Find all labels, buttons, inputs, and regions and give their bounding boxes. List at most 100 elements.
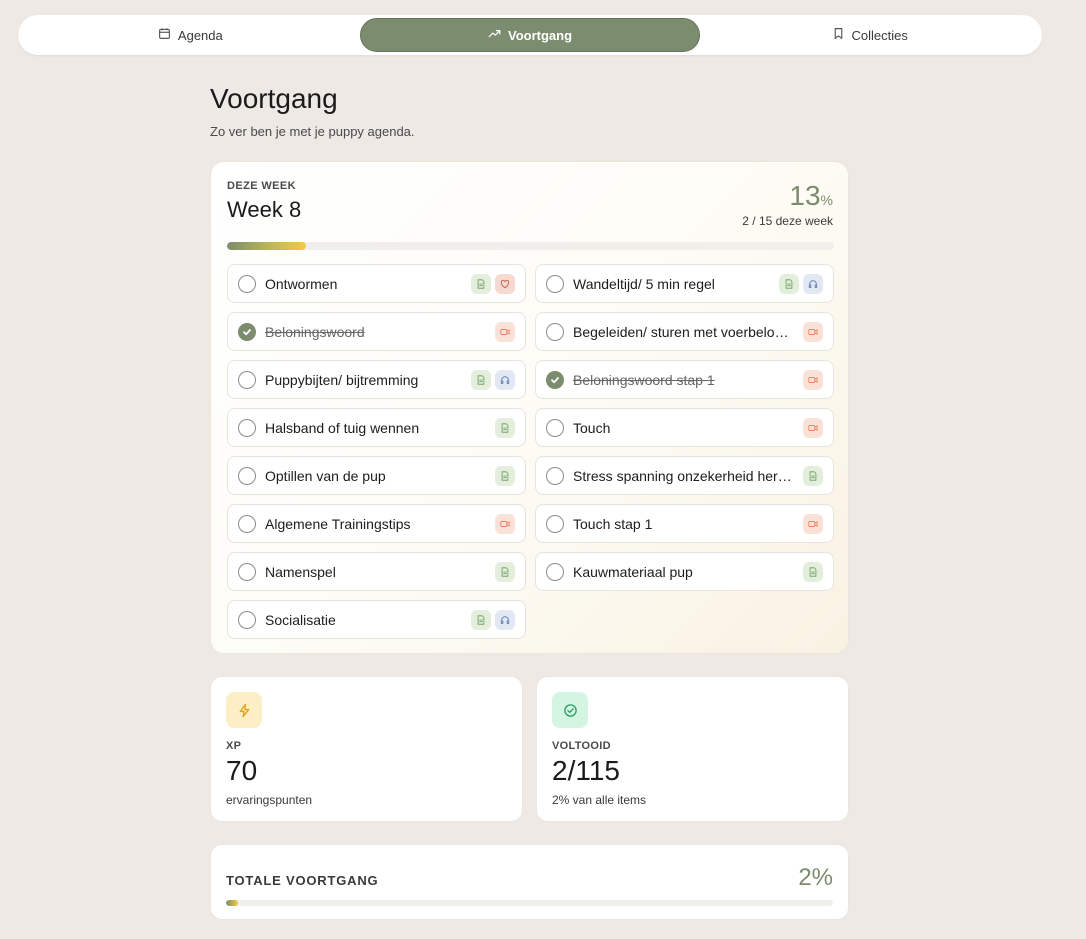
checkbox[interactable] [546, 274, 564, 293]
task-label: Optillen van de pup [265, 467, 386, 484]
tab-agenda[interactable]: Agenda [21, 18, 360, 52]
task-badges [803, 513, 823, 534]
xp-value: 70 [226, 755, 258, 786]
week-title: Week 8 [227, 197, 302, 222]
task-item[interactable]: Socialisatie [227, 600, 526, 639]
document-icon [471, 369, 491, 390]
task-item[interactable]: Beloningswoord stap 1 [535, 360, 834, 399]
checkbox-checked[interactable] [238, 322, 256, 341]
task-label: Beloningswoord stap 1 [573, 371, 715, 388]
xp-sub: ervaringspunten [226, 793, 313, 807]
document-icon [471, 273, 491, 294]
task-badges [495, 561, 515, 582]
task-badges [803, 369, 823, 390]
task-item[interactable]: Optillen van de pup [227, 456, 526, 495]
task-badges [495, 513, 515, 534]
completed-value: 2/115 [552, 755, 620, 786]
task-item[interactable]: Touch [535, 408, 834, 447]
task-badges [471, 273, 515, 294]
document-icon [803, 561, 823, 582]
headphones-icon [495, 369, 515, 390]
document-icon [779, 273, 799, 294]
week-count: 2 / 15 deze week [742, 214, 833, 228]
headphones-icon [803, 273, 823, 294]
task-label: Begeleiden/ sturen met voerbeloning [573, 323, 794, 340]
headphones-icon [495, 609, 515, 630]
checkbox[interactable] [238, 466, 256, 485]
task-label: Stress spanning onzekerheid herkennen [573, 467, 794, 484]
checkbox[interactable] [238, 274, 256, 293]
video-icon [495, 321, 515, 342]
document-icon [803, 465, 823, 486]
checkbox[interactable] [546, 418, 564, 437]
task-item[interactable]: Ontwormen [227, 264, 526, 303]
checkbox[interactable] [238, 418, 256, 437]
tab-voortgang[interactable]: Voortgang [359, 18, 701, 52]
task-item[interactable]: Begeleiden/ sturen met voerbeloning [535, 312, 834, 351]
bookmark-icon [832, 27, 845, 43]
checkbox-checked[interactable] [546, 370, 564, 389]
checkmark-icon [551, 376, 559, 383]
task-item[interactable]: Wandeltijd/ 5 min regel [535, 264, 834, 303]
checkbox[interactable] [238, 514, 256, 533]
checkbox[interactable] [238, 562, 256, 581]
task-badges [471, 609, 515, 630]
completed-card: VOLTOOID 2/115 2% van alle items [536, 676, 849, 822]
checkbox[interactable] [546, 514, 564, 533]
task-item[interactable]: Halsband of tuig wennen [227, 408, 526, 447]
week-progress-fill [227, 242, 306, 250]
page-subtitle: Zo ver ben je met je puppy agenda. [210, 124, 415, 139]
document-icon [495, 465, 515, 486]
task-badges [803, 417, 823, 438]
task-item[interactable]: Touch stap 1 [535, 504, 834, 543]
task-item[interactable]: Algemene Trainingstips [227, 504, 526, 543]
video-icon [803, 369, 823, 390]
trending-up-icon [488, 27, 501, 43]
task-label: Wandeltijd/ 5 min regel [573, 275, 715, 292]
total-progress-card: TOTALE VOORTGANG 2% [210, 844, 849, 920]
task-badges [495, 465, 515, 486]
checkbox[interactable] [546, 466, 564, 485]
tab-label: Voortgang [507, 27, 573, 43]
video-icon [495, 513, 515, 534]
completed-sub: 2% van alle items [552, 793, 647, 807]
checkbox[interactable] [546, 562, 564, 581]
task-label: Algemene Trainingstips [265, 515, 411, 532]
task-label: Socialisatie [265, 611, 336, 628]
xp-label: XP [226, 740, 242, 752]
task-item[interactable]: Kauwmateriaal pup [535, 552, 834, 591]
task-badges [779, 273, 823, 294]
task-item[interactable]: Beloningswoord [227, 312, 526, 351]
tab-collecties[interactable]: Collecties [700, 18, 1039, 52]
task-badges [803, 465, 823, 486]
check-circle-icon [552, 692, 588, 728]
calendar-icon [158, 27, 171, 43]
lightning-icon [226, 692, 262, 728]
tab-label: Agenda [177, 27, 223, 43]
completed-label: VOLTOOID [552, 740, 611, 752]
week-progress-bar [227, 242, 834, 250]
tab-label: Collecties [851, 27, 908, 43]
checkbox[interactable] [238, 370, 256, 389]
week-percent-sign: % [820, 192, 833, 208]
task-label: Ontwormen [265, 275, 338, 292]
checkmark-icon [243, 328, 251, 335]
video-icon [803, 513, 823, 534]
task-item[interactable]: Puppybijten/ bijtremming [227, 360, 526, 399]
task-item[interactable]: Namenspel [227, 552, 526, 591]
task-label: Puppybijten/ bijtremming [265, 371, 419, 388]
task-badges [471, 369, 515, 390]
video-icon [803, 321, 823, 342]
checkbox[interactable] [238, 610, 256, 629]
task-item[interactable]: Stress spanning onzekerheid herkennen [535, 456, 834, 495]
checkbox[interactable] [546, 322, 564, 341]
task-label: Touch [573, 419, 611, 436]
video-icon [803, 417, 823, 438]
week-card: DEZE WEEK Week 8 13% 2 / 15 deze week On… [210, 161, 849, 654]
page-title: Voortgang [210, 83, 338, 114]
task-badges [803, 321, 823, 342]
top-tab-bar: Agenda Voortgang Collecties [18, 15, 1042, 55]
total-progress-fill [226, 900, 239, 906]
document-icon [495, 561, 515, 582]
total-progress-bar [226, 900, 833, 906]
